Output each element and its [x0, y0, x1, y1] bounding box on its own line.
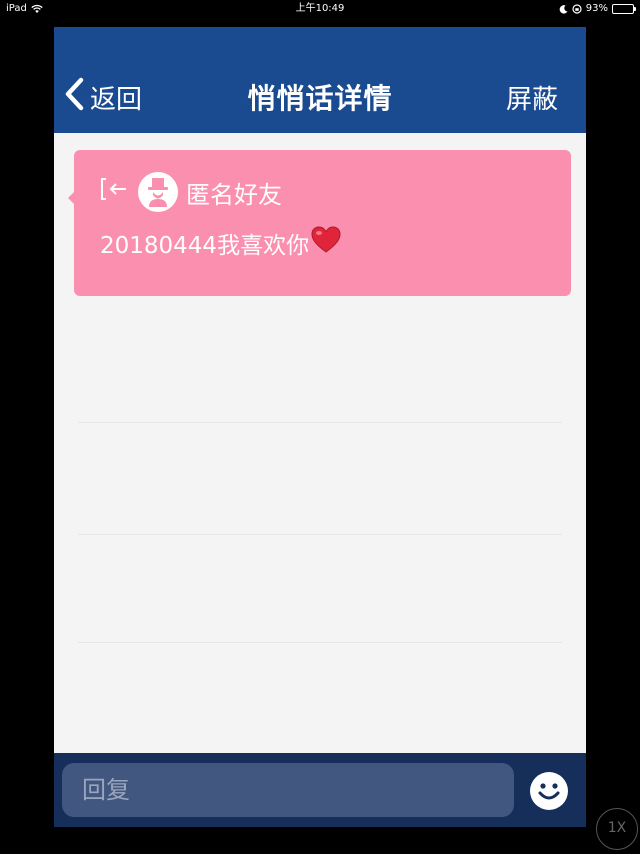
- divider: [78, 534, 562, 535]
- status-bar: iPad 上午10:49 93%: [0, 0, 640, 18]
- divider: [78, 422, 562, 423]
- status-time: 上午10:49: [295, 3, 345, 14]
- app-window: 返回 悄悄话详情 屏蔽 匿名好友 20180444我喜欢你 回复: [54, 27, 586, 827]
- smiley-icon: [538, 783, 560, 800]
- message-body: 20180444我喜欢你: [100, 226, 341, 260]
- moon-icon: [559, 4, 568, 14]
- message-text: 20180444我喜欢你: [100, 233, 310, 259]
- battery-icon: [612, 4, 636, 14]
- zoom-button[interactable]: 1X: [596, 808, 638, 850]
- reply-arrow-icon[interactable]: [100, 177, 130, 207]
- sender-row: 匿名好友: [100, 172, 282, 212]
- heart-icon: [311, 226, 341, 260]
- battery-percent: 93%: [585, 3, 608, 14]
- anonymous-avatar-icon: [138, 172, 178, 212]
- emoji-button[interactable]: [530, 772, 568, 810]
- navbar: 返回 悄悄话详情 屏蔽: [54, 27, 586, 133]
- reply-input[interactable]: [62, 763, 514, 817]
- status-right: 93%: [559, 0, 636, 18]
- rotation-lock-icon: [572, 4, 582, 14]
- message-bubble: 匿名好友 20180444我喜欢你: [68, 150, 571, 296]
- block-button[interactable]: 屏蔽: [506, 79, 558, 116]
- reply-bar: [54, 753, 586, 827]
- divider: [78, 642, 562, 643]
- sender-name: 匿名好友: [186, 180, 282, 209]
